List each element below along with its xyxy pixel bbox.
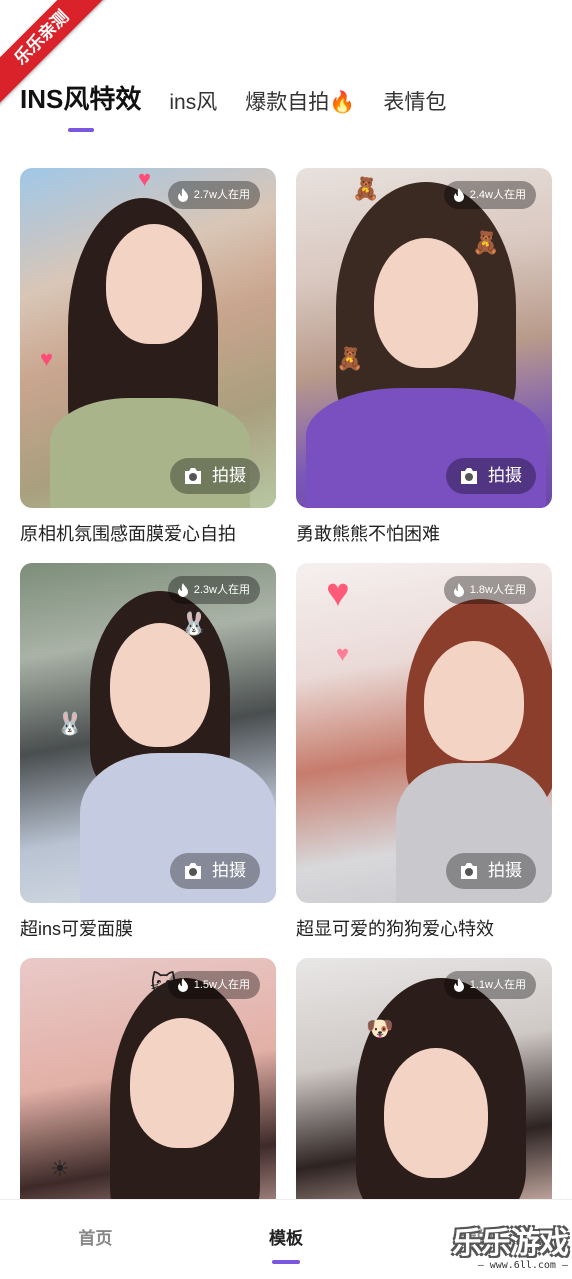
- nav-label: 模板: [269, 1229, 303, 1248]
- heart-sticker: ♥: [40, 346, 54, 371]
- shoot-button[interactable]: 拍摄: [446, 458, 536, 494]
- fire-icon: 🔥: [329, 91, 356, 114]
- watermark-title: 乐乐游戏: [452, 1227, 569, 1260]
- nav-label: 首页: [78, 1229, 113, 1248]
- template-title: 超ins可爱面膜: [20, 919, 134, 939]
- template-thumbnail[interactable]: ♥ ♥ 1.8w人在用 拍摄: [296, 563, 552, 903]
- heart-sticker: ♥: [138, 168, 152, 191]
- shoot-label: 拍摄: [212, 861, 246, 880]
- site-watermark: 乐乐游戏 — www.6ll.com —: [452, 1227, 569, 1276]
- template-thumbnail[interactable]: 🐰 🐰 2.3w人在用 拍摄: [20, 563, 276, 903]
- tab-hot-selfie[interactable]: 爆款自拍🔥: [245, 86, 355, 126]
- template-title: 超显可爱的狗狗爱心特效: [296, 919, 494, 939]
- shoot-label: 拍摄: [488, 466, 522, 485]
- usage-badge: 2.7w人在用: [167, 181, 260, 209]
- tab-label: INS风特效: [20, 84, 142, 114]
- usage-badge: 2.4w人在用: [443, 181, 536, 209]
- template-card[interactable]: ♥ ♥ 1.8w人在用 拍摄 超显可爱的狗狗爱心特效: [296, 563, 552, 941]
- usage-badge: 1.1w人在用: [443, 971, 536, 999]
- flame-icon: [453, 583, 464, 597]
- template-title: 勇敢熊熊不怕困难: [296, 524, 440, 544]
- tab-label: 表情包: [383, 91, 447, 114]
- usage-count: 1.1w人在用: [469, 979, 526, 991]
- sun-sticker: ☀: [50, 1156, 70, 1181]
- shoot-button[interactable]: 拍摄: [170, 853, 260, 889]
- template-thumbnail[interactable]: ♥ ♥ 2.7w人在用 拍摄: [20, 168, 276, 508]
- template-card[interactable]: 🐰 🐰 2.3w人在用 拍摄 超ins可爱面膜: [20, 563, 276, 941]
- puppy-ears-sticker: 🐶: [366, 1016, 394, 1041]
- usage-count: 1.8w人在用: [469, 584, 526, 596]
- shoot-button[interactable]: 拍摄: [170, 458, 260, 494]
- usage-count: 2.3w人在用: [193, 584, 250, 596]
- bear-sticker: 🧸: [336, 346, 364, 371]
- bear-sticker: 🧸: [352, 176, 380, 201]
- bunny-sticker: 🐰: [56, 711, 84, 736]
- bear-sticker: 🧸: [472, 230, 500, 255]
- usage-badge: 1.8w人在用: [443, 576, 536, 604]
- template-card[interactable]: 🧸 🧸 🧸 2.4w人在用 拍摄 勇敢熊熊不怕困难: [296, 168, 552, 546]
- flame-icon: [177, 188, 188, 202]
- usage-count: 2.7w人在用: [193, 189, 250, 201]
- flame-icon: [177, 583, 188, 597]
- tab-label: ins风: [169, 91, 218, 114]
- tab-label: 爆款自拍: [245, 91, 330, 114]
- camera-icon: [185, 468, 201, 484]
- camera-icon: [185, 863, 201, 879]
- bunny-sticker: 🐰: [180, 611, 208, 636]
- heart-sticker: ♥: [326, 571, 350, 615]
- flame-icon: [453, 188, 464, 202]
- usage-count: 2.4w人在用: [469, 189, 526, 201]
- nav-templates[interactable]: 模板: [191, 1200, 382, 1279]
- category-tabs: INS风特效 ins风 爆款自拍🔥 表情包: [20, 84, 572, 132]
- usage-badge: 2.3w人在用: [167, 576, 260, 604]
- watermark-url: — www.6ll.com —: [477, 1260, 568, 1271]
- tab-stickers[interactable]: 表情包: [383, 86, 446, 126]
- template-card[interactable]: ♥ ♥ 2.7w人在用 拍摄 原相机氛围感面膜爱心自拍: [20, 168, 276, 546]
- shoot-button[interactable]: 拍摄: [446, 853, 536, 889]
- flame-icon: [177, 978, 188, 992]
- shoot-label: 拍摄: [488, 861, 522, 880]
- heart-sticker: ♥: [336, 641, 350, 666]
- template-thumbnail[interactable]: 🧸 🧸 🧸 2.4w人在用 拍摄: [296, 168, 552, 508]
- template-title: 原相机氛围感面膜爱心自拍: [20, 524, 236, 544]
- tab-ins-style[interactable]: ins风: [169, 86, 217, 126]
- usage-count: 1.5w人在用: [193, 979, 250, 991]
- shoot-label: 拍摄: [212, 466, 246, 485]
- camera-icon: [461, 863, 477, 879]
- flame-icon: [453, 978, 464, 992]
- camera-icon: [461, 468, 477, 484]
- usage-badge: 1.5w人在用: [167, 971, 260, 999]
- nav-home[interactable]: 首页: [0, 1200, 191, 1279]
- tab-ins-effects[interactable]: INS风特效: [20, 79, 142, 132]
